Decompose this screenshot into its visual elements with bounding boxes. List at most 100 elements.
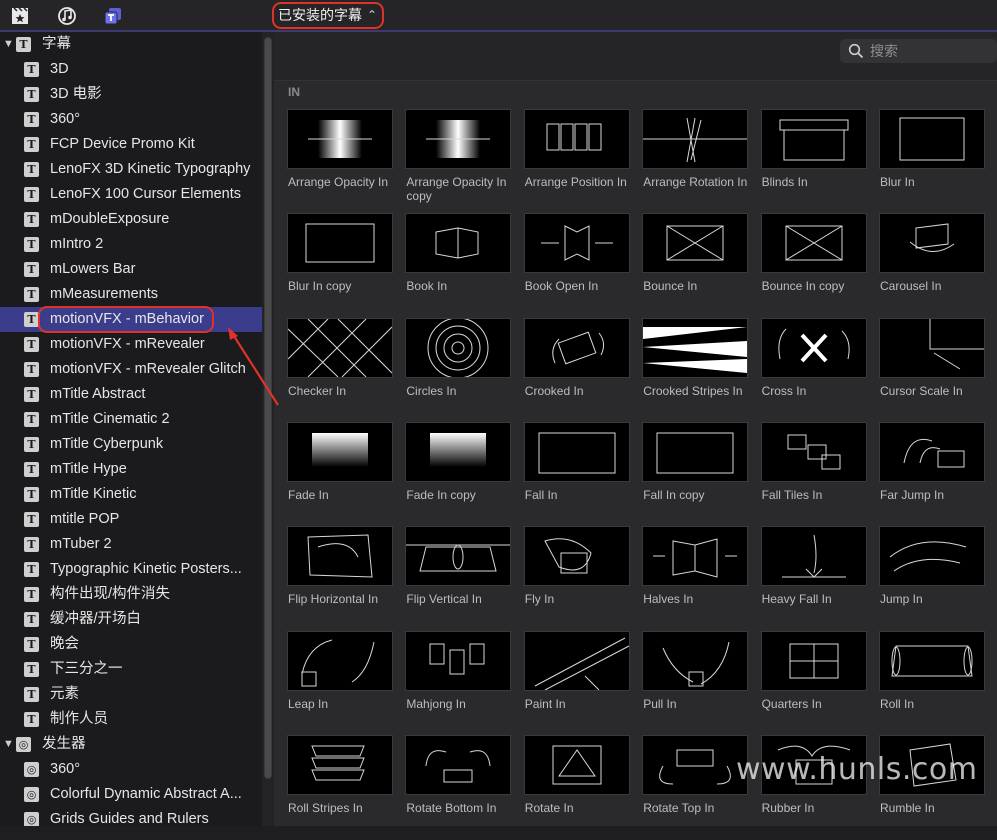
- title-tile[interactable]: Blur In copy: [288, 214, 406, 318]
- title-tile[interactable]: Flip Vertical In: [406, 527, 524, 631]
- sidebar-item[interactable]: T 构件出现/构件消失: [0, 582, 262, 607]
- tile-thumbnail[interactable]: [761, 631, 866, 690]
- title-tile[interactable]: Quarters In: [761, 631, 880, 736]
- sidebar-item[interactable]: TmTitle Kinetic: [0, 482, 262, 507]
- sidebar-item[interactable]: TmTitle Cyberpunk: [0, 432, 262, 457]
- tile-thumbnail[interactable]: [406, 214, 511, 273]
- sidebar-item[interactable]: TmotionVFX - mRevealer Glitch: [0, 357, 262, 382]
- tile-thumbnail[interactable]: [288, 735, 392, 794]
- title-tile[interactable]: Arrange Rotation In: [643, 110, 761, 214]
- installed-titles-dropdown[interactable]: 已安装的字幕 ⌃: [272, 2, 384, 29]
- music-notes-icon[interactable]: [57, 6, 77, 26]
- tile-thumbnail[interactable]: [761, 318, 866, 377]
- sidebar-item[interactable]: T 缓冲器/开场白: [0, 607, 262, 632]
- title-tile[interactable]: Roll Stripes In: [288, 735, 406, 840]
- tile-thumbnail[interactable]: [406, 318, 511, 377]
- title-tile[interactable]: Heavy Fall In: [761, 527, 880, 631]
- tile-thumbnail[interactable]: [288, 527, 392, 586]
- title-tile[interactable]: Book Open In: [524, 214, 643, 318]
- title-tile[interactable]: Circles In: [406, 318, 524, 423]
- tile-thumbnail[interactable]: [643, 214, 748, 273]
- tile-thumbnail[interactable]: [643, 631, 748, 690]
- title-tile[interactable]: Cursor Scale In: [880, 318, 997, 423]
- sidebar-item[interactable]: T 晚会: [0, 632, 262, 657]
- titles-icon[interactable]: [103, 6, 123, 26]
- sidebar-item[interactable]: TmTitle Hype: [0, 457, 262, 482]
- title-tile[interactable]: Blur In: [880, 110, 997, 214]
- sidebar-item[interactable]: TmTitle Abstract: [0, 382, 262, 407]
- tile-thumbnail[interactable]: [524, 110, 629, 168]
- title-tile[interactable]: Mahjong In: [406, 631, 524, 736]
- tile-thumbnail[interactable]: [643, 735, 748, 794]
- sidebar-item[interactable]: TmotionVFX - mRevealer: [0, 332, 262, 357]
- title-tile[interactable]: Checker In: [288, 318, 406, 423]
- tile-thumbnail[interactable]: [406, 735, 511, 794]
- tile-thumbnail[interactable]: [288, 422, 392, 481]
- sidebar-item[interactable]: TmTitle Cinematic 2: [0, 407, 262, 432]
- tile-thumbnail[interactable]: [880, 527, 984, 586]
- tile-thumbnail[interactable]: [406, 631, 511, 690]
- sidebar-item[interactable]: T 下三分之一: [0, 657, 262, 682]
- title-tile[interactable]: Flip Horizontal In: [288, 527, 406, 631]
- tile-thumbnail[interactable]: [524, 527, 629, 586]
- tile-thumbnail[interactable]: [288, 110, 392, 168]
- title-tile[interactable]: Fly In: [524, 527, 643, 631]
- tile-thumbnail[interactable]: [761, 110, 866, 168]
- tile-thumbnail[interactable]: [880, 110, 984, 168]
- tile-thumbnail[interactable]: [288, 631, 392, 690]
- title-tile[interactable]: Fall In: [524, 422, 643, 527]
- title-tile[interactable]: Fall Tiles In: [761, 422, 880, 527]
- sidebar-item[interactable]: Tmtitle POP: [0, 507, 262, 532]
- title-tile[interactable]: Crooked Stripes In: [643, 318, 761, 423]
- title-tile[interactable]: Pull In: [643, 631, 761, 736]
- sidebar-item[interactable]: T FCP Device Promo Kit: [0, 132, 262, 157]
- title-tile[interactable]: Roll In: [880, 631, 997, 736]
- tile-thumbnail[interactable]: [288, 318, 392, 377]
- tile-thumbnail[interactable]: [880, 318, 984, 377]
- disclosure-triangle-icon[interactable]: ▼: [3, 732, 14, 757]
- tile-thumbnail[interactable]: [406, 110, 511, 168]
- sidebar-item[interactable]: ◎ Colorful Dynamic Abstract A...: [0, 782, 262, 807]
- tile-thumbnail[interactable]: [524, 422, 629, 481]
- title-tile[interactable]: Fade In copy: [406, 422, 524, 527]
- sidebar-item[interactable]: TmIntro 2: [0, 232, 262, 257]
- sidebar-group[interactable]: ▼ T 字幕: [0, 32, 262, 57]
- clapper-star-icon[interactable]: [10, 6, 30, 26]
- sidebar-item[interactable]: T 3D 电影: [0, 82, 262, 107]
- sidebar-item[interactable]: ◎ 360°: [0, 757, 262, 782]
- title-tile[interactable]: Cross In: [761, 318, 880, 423]
- tile-thumbnail[interactable]: [524, 735, 629, 794]
- sidebar-item[interactable]: TmMeasurements: [0, 282, 262, 307]
- sidebar-item[interactable]: T LenoFX 3D Kinetic Typography: [0, 157, 262, 182]
- tile-thumbnail[interactable]: [524, 318, 629, 377]
- sidebar-item[interactable]: TmTuber 2: [0, 532, 262, 557]
- sidebar-item[interactable]: T 元素: [0, 682, 262, 707]
- tile-thumbnail[interactable]: [406, 527, 511, 586]
- tile-thumbnail[interactable]: [761, 527, 866, 586]
- tile-thumbnail[interactable]: [880, 422, 984, 481]
- tile-thumbnail[interactable]: [880, 631, 984, 690]
- tile-thumbnail[interactable]: [880, 214, 984, 273]
- title-tile[interactable]: Leap In: [288, 631, 406, 736]
- tile-thumbnail[interactable]: [643, 422, 748, 481]
- title-tile[interactable]: Crooked In: [524, 318, 643, 423]
- title-tile[interactable]: Paint In: [524, 631, 643, 736]
- sidebar-item[interactable]: TmLowers Bar: [0, 257, 262, 282]
- title-tile[interactable]: Halves In: [643, 527, 761, 631]
- title-tile[interactable]: Fade In: [288, 422, 406, 527]
- tile-thumbnail[interactable]: [643, 318, 748, 377]
- title-tile[interactable]: Bounce In: [643, 214, 761, 318]
- tile-thumbnail[interactable]: [643, 110, 748, 168]
- title-tile[interactable]: Carousel In: [880, 214, 997, 318]
- tile-thumbnail[interactable]: [761, 422, 866, 481]
- title-tile[interactable]: Blinds In: [761, 110, 880, 214]
- sidebar-item[interactable]: T LenoFX 100 Cursor Elements: [0, 182, 262, 207]
- title-tile[interactable]: Rotate Bottom In: [406, 735, 524, 840]
- tile-thumbnail[interactable]: [524, 631, 629, 690]
- sidebar-item[interactable]: TmDoubleExposure: [0, 207, 262, 232]
- sidebar-item[interactable]: T 3D: [0, 57, 262, 82]
- sidebar-item[interactable]: T Typographic Kinetic Posters...: [0, 557, 262, 582]
- sidebar-item[interactable]: T 制作人员: [0, 707, 262, 732]
- scrollbar-thumb[interactable]: [265, 38, 271, 778]
- title-tile[interactable]: Arrange Opacity In copy: [406, 110, 524, 214]
